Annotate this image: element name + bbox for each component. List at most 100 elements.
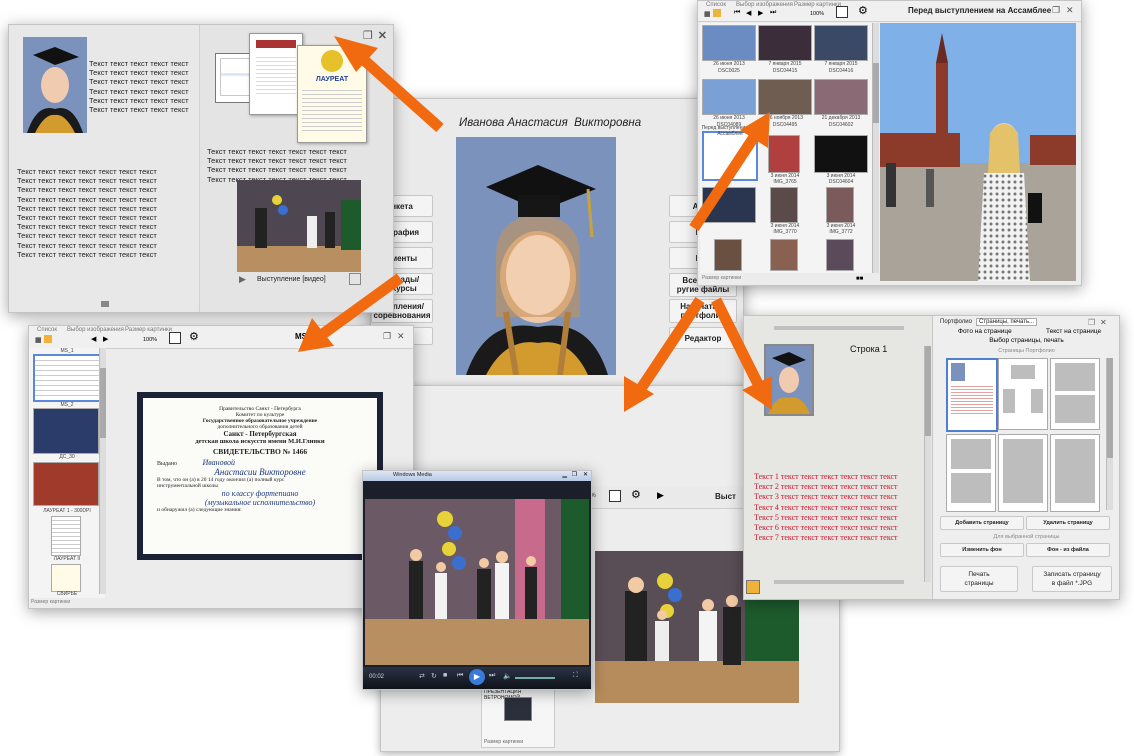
presentation-fit-icon[interactable] (609, 490, 621, 502)
prev-icon[interactable]: ◀ (746, 9, 751, 17)
docs-restore-icon[interactable]: ❐ (383, 331, 391, 342)
video-close-icon[interactable]: ✕ (583, 471, 588, 478)
gallery-scrollbar[interactable] (872, 23, 879, 273)
presentation-thumb[interactable] (504, 697, 532, 721)
editor-canvas: Строка 1 Текст 1 текст текст текст текст… (744, 316, 933, 599)
docs-thumb-5[interactable] (51, 564, 81, 592)
repeat-icon[interactable]: ↻ (431, 672, 437, 680)
list-view-icon[interactable]: ▦ (704, 10, 711, 18)
editor-scrollbar[interactable] (924, 346, 931, 582)
grid-view-icon[interactable] (713, 9, 721, 17)
gallery-thumb-2[interactable] (758, 25, 812, 61)
editor-text-5[interactable]: Текст 5 текст текст текст текст текст те… (754, 513, 898, 523)
gallery-thumb-7[interactable] (702, 131, 758, 181)
page-layout-1[interactable] (946, 358, 998, 432)
restore-icon[interactable]: ❐ (363, 30, 373, 42)
docs-thumb-1[interactable] (33, 354, 101, 402)
gallery-thumb-12[interactable] (826, 187, 854, 223)
docs-next-icon[interactable]: ▶ (103, 335, 108, 343)
gallery-nav-icon[interactable]: ■■ (856, 276, 863, 282)
gallery-thumb-6[interactable] (814, 79, 868, 115)
editor-text-1[interactable]: Текст 1 текст текст текст текст текст те… (754, 472, 898, 482)
gallery-name-9: DSC04604 (828, 179, 854, 185)
fullscreen-icon[interactable] (349, 273, 361, 285)
gallery-thumb-1[interactable] (702, 25, 756, 61)
gallery-settings-icon[interactable]: ⚙ (858, 4, 868, 17)
docs-fit-icon[interactable] (169, 332, 181, 344)
btn-editor[interactable]: Редактор (669, 327, 737, 349)
preview-scroll-marker[interactable] (101, 301, 109, 307)
btn-print-portfolio[interactable]: Напечатать портфолио (669, 299, 737, 323)
page-layout-5[interactable] (998, 434, 1048, 512)
gallery-thumb-9[interactable] (814, 135, 868, 173)
last-icon[interactable]: ⏭ (770, 9, 776, 17)
volume-icon[interactable]: 🔈 (503, 672, 512, 680)
close-icon[interactable]: ✕ (378, 30, 387, 42)
docs-thumb-4[interactable] (51, 516, 81, 556)
gallery-restore-icon[interactable]: ❐ (1052, 5, 1060, 16)
editor-text-3[interactable]: Текст 3 текст текст текст текст текст те… (754, 492, 898, 502)
gallery-fit-icon[interactable] (836, 6, 848, 18)
gallery-thumb-11[interactable] (770, 187, 798, 223)
video-max-icon[interactable]: ❐ (572, 471, 577, 478)
next-icon[interactable]: ▶ (758, 9, 763, 17)
print-page-button[interactable]: Печать страницы (940, 566, 1018, 592)
docs-list-icon[interactable]: ▦ (35, 336, 42, 344)
forward-icon[interactable]: ⏭ (489, 672, 495, 680)
presentation-play-icon[interactable]: ▶ (657, 490, 664, 501)
gallery-thumb-10[interactable] (702, 187, 756, 223)
editor-tab-portfolio[interactable]: Портфолио (940, 319, 972, 325)
presentation-settings-icon[interactable]: ⚙ (631, 488, 641, 501)
page-layout-6[interactable] (1050, 434, 1100, 512)
gallery-status: Размер картинки (702, 275, 742, 281)
delete-page-button[interactable]: Удалить страницу (1026, 516, 1110, 530)
bg-from-file-button[interactable]: Фон - из файла (1026, 543, 1110, 557)
docs-scrollbar[interactable] (99, 348, 106, 594)
gallery-thumb-13[interactable] (714, 239, 742, 271)
editor-restore-icon[interactable]: ❐ (1088, 318, 1095, 327)
gallery-toolbar: Список Выбор изображения Размер картинки… (698, 1, 1081, 22)
docs-prev-icon[interactable]: ◀ (91, 335, 96, 343)
page-layout-2[interactable] (998, 358, 1048, 430)
docs-close-icon[interactable]: ✕ (397, 331, 405, 342)
gallery-thumb-8[interactable] (768, 135, 800, 173)
stop-icon[interactable]: ■ (443, 672, 447, 679)
docs-thumb-2[interactable] (33, 408, 99, 454)
change-bg-button[interactable]: Изменить фон (940, 543, 1024, 557)
gallery-thumb-14[interactable] (770, 239, 798, 271)
volume-slider[interactable] (515, 677, 555, 679)
page-editor-window: Строка 1 Текст 1 текст текст текст текст… (743, 315, 1120, 600)
editor-tab-pages[interactable]: Страницы, печать... (976, 318, 1038, 326)
gallery-name-6: DSC04602 (828, 122, 854, 128)
rewind-icon[interactable]: ⏮ (457, 672, 463, 680)
editor-close-icon[interactable]: ✕ (1100, 318, 1107, 327)
preview-video-thumb[interactable] (237, 180, 361, 272)
editor-edit-icon[interactable] (746, 580, 760, 594)
docs-grid-icon[interactable] (44, 335, 52, 343)
docs-thumb-label-5: ЛАУРЕАТ II (53, 556, 81, 562)
editor-text-2[interactable]: Текст 2 текст текст текст текст текст те… (754, 482, 898, 492)
editor-text-7[interactable]: Текст 7 текст текст текст текст текст те… (754, 533, 898, 543)
docs-thumb-3[interactable] (33, 462, 99, 506)
gallery-thumb-15[interactable] (826, 239, 854, 271)
video-play-icon[interactable]: ▶ (239, 274, 246, 285)
save-jpg-button[interactable]: Записать страницу в файл *.JPG (1032, 566, 1112, 592)
add-page-button[interactable]: Добавить страницу (940, 516, 1024, 530)
gallery-close-icon[interactable]: ✕ (1066, 5, 1074, 16)
video-title: Windows Media (393, 472, 432, 478)
diploma-title: ЛАУРЕАТ (315, 76, 349, 83)
editor-text-6[interactable]: Текст 6 текст текст текст текст текст те… (754, 523, 898, 533)
editor-layouts-scrollbar[interactable] (1106, 358, 1113, 510)
gallery-thumb-3[interactable] (814, 25, 868, 61)
gallery-thumb-5[interactable] (758, 79, 812, 115)
gallery-thumb-4[interactable] (702, 79, 756, 115)
first-icon[interactable]: ⏮ (734, 9, 740, 17)
video-min-icon[interactable]: ▁ (562, 471, 567, 478)
shuffle-icon[interactable]: ⇄ (419, 672, 425, 680)
page-layout-3[interactable] (1050, 358, 1100, 430)
play-pause-icon[interactable]: ▶ (469, 669, 485, 685)
docs-settings-icon[interactable]: ⚙ (189, 330, 199, 343)
page-layout-4[interactable] (946, 434, 996, 512)
fullscreen-video-icon[interactable]: ⛶ (573, 672, 578, 680)
editor-text-4[interactable]: Текст 4 текст текст текст текст текст те… (754, 503, 898, 513)
